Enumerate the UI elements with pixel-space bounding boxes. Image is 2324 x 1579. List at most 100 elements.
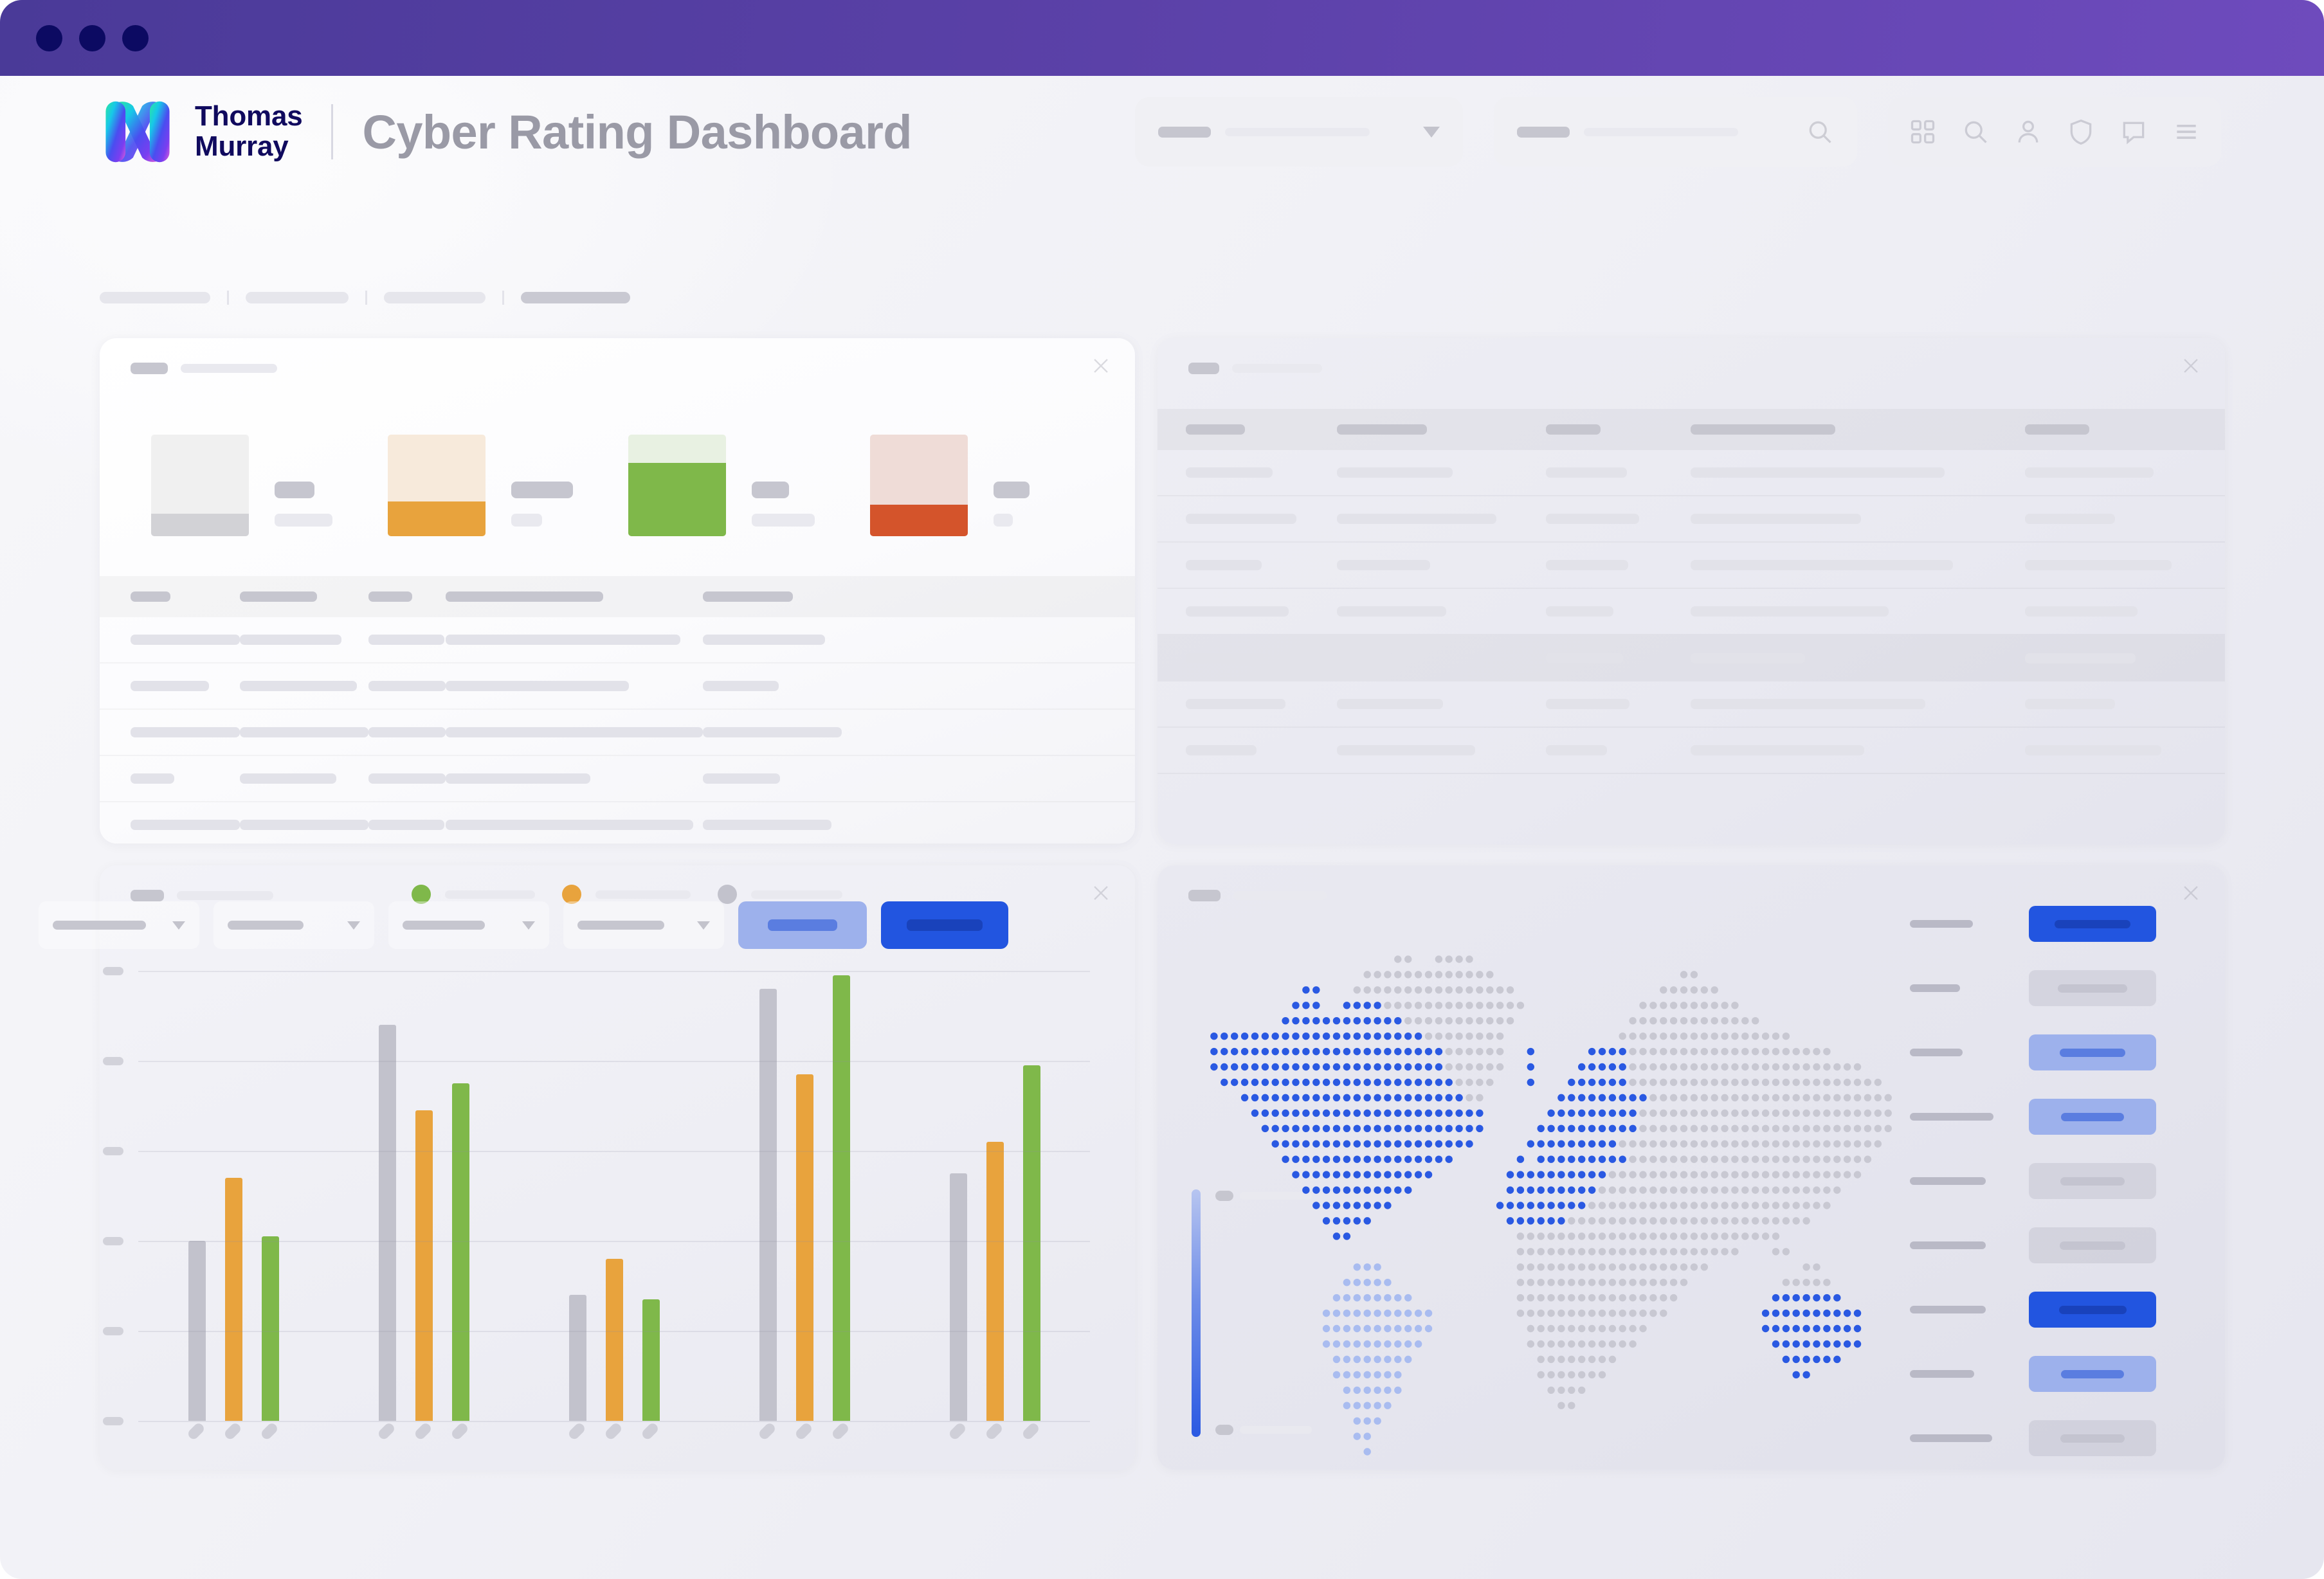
map-filter-1[interactable] [213,901,374,949]
table-row[interactable] [1157,635,2225,681]
map-row-badge[interactable] [2029,906,2156,942]
cell-value [1546,606,1613,617]
bar-g2-s0[interactable] [568,1295,586,1421]
bar-g1-s2[interactable] [451,1083,469,1421]
map-row-badge[interactable] [2029,1227,2156,1263]
bar-g0-s2[interactable] [261,1236,279,1421]
map-row-badge[interactable] [2029,1034,2156,1070]
menu-icon[interactable] [2172,118,2201,146]
search-icon[interactable] [1961,118,1990,146]
table-row[interactable] [1157,681,2225,728]
kpi-gauge-high [870,435,968,536]
close-icon[interactable] [1090,882,1112,904]
bar-g3-s1[interactable] [795,1074,813,1421]
header-filter-select[interactable] [1135,97,1463,167]
x-label-group-1 [376,1421,469,1474]
window-minimize-dot[interactable] [79,24,105,51]
bar-g4-s2[interactable] [1022,1065,1040,1421]
legend-label [445,890,535,899]
window-maximize-dot[interactable] [122,24,149,51]
cell-value [1691,745,1864,755]
grid-icon[interactable] [1909,118,1937,146]
kpi-item-total[interactable] [151,435,332,536]
map-list-row-4[interactable] [1910,1157,2212,1205]
map-row-badge[interactable] [2029,1356,2156,1392]
map-filter-2[interactable] [388,901,549,949]
map-row-badge[interactable] [2029,970,2156,1006]
map-row-label [1910,1113,2029,1121]
close-icon[interactable] [1090,355,1112,377]
bar-g1-s0[interactable] [378,1025,396,1421]
table-row[interactable] [1157,450,2225,496]
header-search-field[interactable] [1494,97,1857,167]
breadcrumb-item-3[interactable] [521,292,630,303]
table-cell-1 [1337,653,1546,663]
cell-value [1546,745,1607,755]
breadcrumb-item-2[interactable] [384,292,486,303]
x-axis-tick-label [830,1421,850,1474]
kpi-item-low[interactable] [628,435,815,536]
map-row-badge[interactable] [2029,1163,2156,1199]
search-icon[interactable] [1806,118,1834,146]
breadcrumb-item-0[interactable] [100,292,210,303]
secondary-action-button[interactable] [738,901,867,949]
x-label-group-2 [567,1421,660,1474]
chat-icon[interactable] [2120,118,2148,146]
kpi-value [752,482,789,498]
cell-value [1691,467,1945,478]
table-row[interactable] [100,802,1135,844]
table-row[interactable] [1157,589,2225,635]
brand[interactable]: Thomas Murray [100,94,303,170]
bar-group-3 [759,975,850,1421]
map-filter-3[interactable] [563,901,724,949]
kpi-gauge-fill [628,463,726,536]
bar-g2-s2[interactable] [642,1299,660,1421]
search-label [1517,126,1570,138]
bar-g2-s1[interactable] [605,1259,623,1421]
table-cell-3 [446,635,703,645]
map-row-badge[interactable] [2029,1292,2156,1328]
chart-gridline [138,1421,1090,1422]
map-list-row-5[interactable] [1910,1222,2212,1269]
table-row[interactable] [100,617,1135,663]
map-list-row-6[interactable] [1910,1286,2212,1333]
world-dot-map[interactable] [1209,952,1903,1459]
primary-action-button[interactable] [881,901,1008,949]
column-header-label [1546,424,1601,435]
table-cell-3 [1691,560,2025,570]
x-axis-tick-label [413,1421,433,1474]
bar-g3-s0[interactable] [759,989,777,1421]
cell-value [240,727,368,737]
user-icon[interactable] [2014,118,2042,146]
table-row[interactable] [1157,496,2225,543]
map-list-row-2[interactable] [1910,1029,2212,1076]
table-row[interactable] [1157,543,2225,589]
search-input[interactable] [1584,127,1738,136]
map-list-row-7[interactable] [1910,1350,2212,1398]
bar-g4-s1[interactable] [986,1142,1004,1421]
map-filter-0[interactable] [39,901,199,949]
close-icon[interactable] [2180,355,2202,377]
shield-icon[interactable] [2067,118,2095,146]
table-row[interactable] [1157,728,2225,774]
kpi-item-moderate[interactable] [388,435,573,536]
bar-g1-s1[interactable] [415,1110,433,1421]
kpi-gauge-fill [151,514,249,536]
map-row-badge[interactable] [2029,1099,2156,1135]
bar-g3-s2[interactable] [832,975,850,1421]
map-list-row-8[interactable] [1910,1414,2212,1462]
table-row[interactable] [100,710,1135,756]
breadcrumb-item-1[interactable] [246,292,349,303]
map-list-row-3[interactable] [1910,1093,2212,1141]
map-list-row-1[interactable] [1910,964,2212,1012]
kpi-item-high[interactable] [870,435,1030,536]
table-cell-3 [1691,699,2025,709]
bar-g0-s1[interactable] [224,1178,242,1421]
map-list-row-0[interactable] [1910,900,2212,948]
y-axis-tick-label [103,1417,123,1425]
table-row[interactable] [100,663,1135,710]
bar-g4-s0[interactable] [949,1173,967,1421]
window-close-dot[interactable] [36,24,62,51]
map-row-badge[interactable] [2029,1420,2156,1456]
table-row[interactable] [100,756,1135,802]
